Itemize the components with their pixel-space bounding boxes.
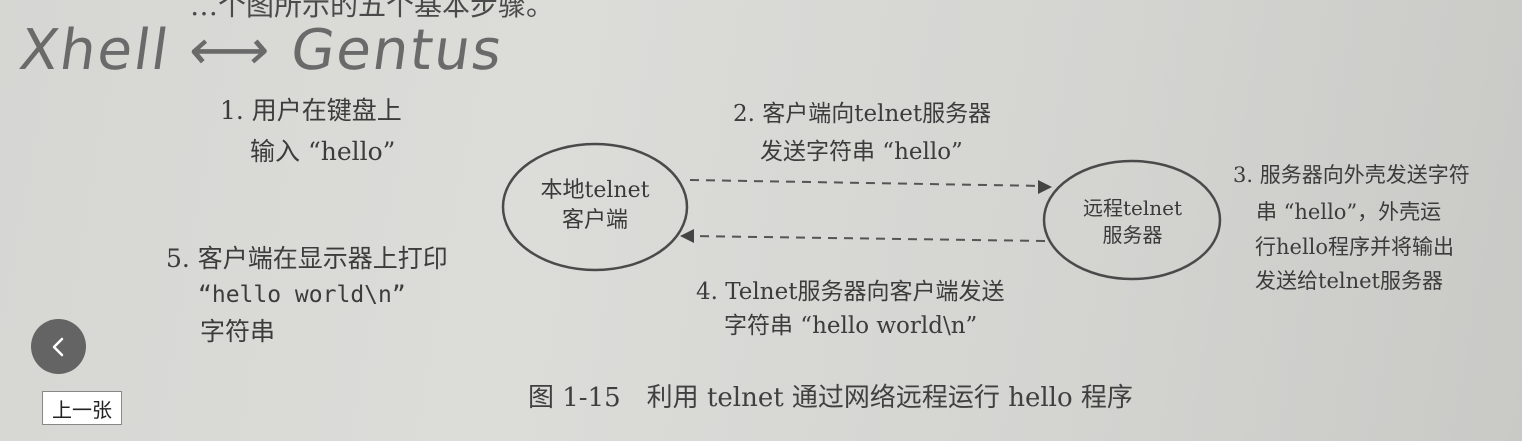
arrowhead-request — [1038, 180, 1052, 194]
server-line2: 服务器 — [1102, 223, 1163, 247]
arrow-request — [689, 179, 1046, 187]
step5-line2: “hello world\n” — [198, 282, 406, 308]
client-line2: 客户端 — [561, 207, 628, 233]
chevron-left-icon — [52, 337, 63, 356]
step5-line1: 5. 客户端在显示器上打印 — [166, 244, 448, 273]
step1-line1: 1. 用户在键盘上 — [220, 96, 402, 125]
step1-line2: 输入 “hello” — [250, 137, 396, 166]
step4-line2: 字符串 “hello world\n” — [724, 313, 978, 339]
arrow-response — [689, 235, 1046, 242]
step3-line2: 串 “hello”，外壳运 — [1256, 200, 1442, 224]
step2-line2: 发送字符串 “hello” — [760, 139, 963, 165]
step3-line3: 行hello程序并将输出 — [1255, 235, 1455, 259]
server-line1: 远程telnet — [1082, 196, 1183, 220]
arrowhead-response — [680, 229, 694, 243]
figure-caption: 图 1-15 利用 telnet 通过网络远程运行 hello 程序 — [528, 383, 1133, 413]
prev-image-button[interactable] — [31, 319, 86, 374]
step3-line4: 发送给telnet服务器 — [1255, 269, 1443, 293]
server-node-label: 远程telnet 服务器 — [1060, 195, 1205, 249]
prev-image-label[interactable]: 上一张 — [42, 391, 122, 425]
client-node-label: 本地telnet 客户端 — [510, 176, 680, 235]
step4-line1: 4. Telnet服务器向客户端发送 — [696, 279, 1005, 305]
step5-line3: 字符串 — [200, 317, 276, 346]
step2-line1: 2. 客户端向telnet服务器 — [733, 101, 992, 127]
step3-line1: 3. 服务器向外壳发送字符 — [1233, 163, 1470, 187]
client-line1: 本地telnet — [540, 178, 650, 203]
